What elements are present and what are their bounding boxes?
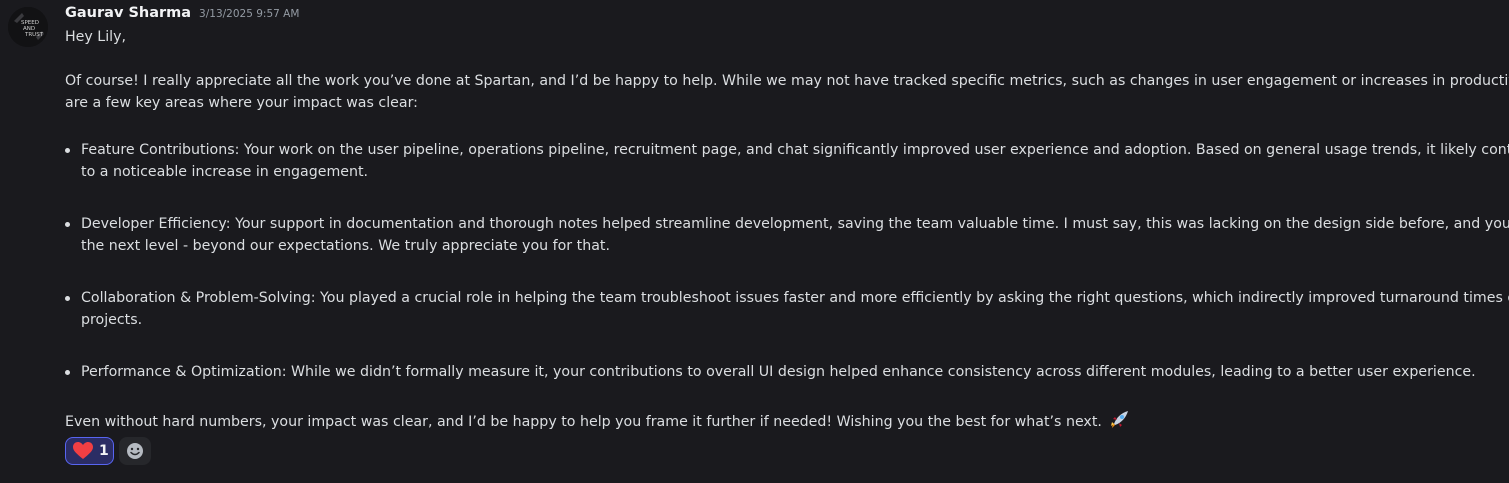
intro-line-2: are a few key areas where your impact wa… — [65, 95, 418, 111]
closing-text: Even without hard numbers, your impact w… — [65, 414, 1102, 430]
heart-icon — [73, 442, 93, 459]
closing-line: Even without hard numbers, your impact w… — [65, 409, 1131, 433]
bullet-marker — [65, 296, 70, 301]
add-reaction-icon — [127, 443, 143, 459]
message-timestamp[interactable]: 3/13/2025 9:57 AM — [199, 8, 299, 20]
avatar[interactable]: SPEED AND TRUST — [8, 7, 48, 47]
avatar-text-3: TRUST — [24, 32, 44, 38]
bullet-marker — [65, 222, 70, 227]
bullet-3-line-1: Collaboration & Problem-Solving: You pla… — [81, 290, 1509, 306]
bullet-3-line-2: projects. — [81, 312, 143, 328]
intro-line-1: Of course! I really appreciate all the w… — [65, 73, 1509, 89]
author-name[interactable]: Gaurav Sharma — [65, 5, 191, 21]
bullet-1-line-2: to a noticeable increase in engagement. — [81, 164, 369, 180]
heart-reaction-button[interactable]: 1 — [65, 437, 114, 465]
bullet-1-line-1: Feature Contributions: Your work on the … — [81, 142, 1509, 158]
bullet-2-line-2: the next level - beyond our expectations… — [81, 238, 610, 254]
bullet-2-line-1: Developer Efficiency: Your support in do… — [81, 216, 1509, 232]
bullet-4-line-1: Performance & Optimization: While we did… — [81, 364, 1476, 380]
chat-message: SPEED AND TRUST Gaurav Sharma 3/13/2025 … — [0, 0, 1509, 483]
rocket-icon — [1111, 411, 1129, 428]
add-reaction-button[interactable] — [119, 437, 151, 465]
bullet-marker — [65, 370, 70, 375]
bullet-marker — [65, 148, 70, 153]
avatar-logo-icon: SPEED AND TRUST — [8, 7, 48, 47]
reaction-count: 1 — [99, 443, 109, 459]
greeting-text: Hey Lily, — [65, 29, 126, 45]
message-header: Gaurav Sharma 3/13/2025 9:57 AM — [65, 5, 299, 25]
